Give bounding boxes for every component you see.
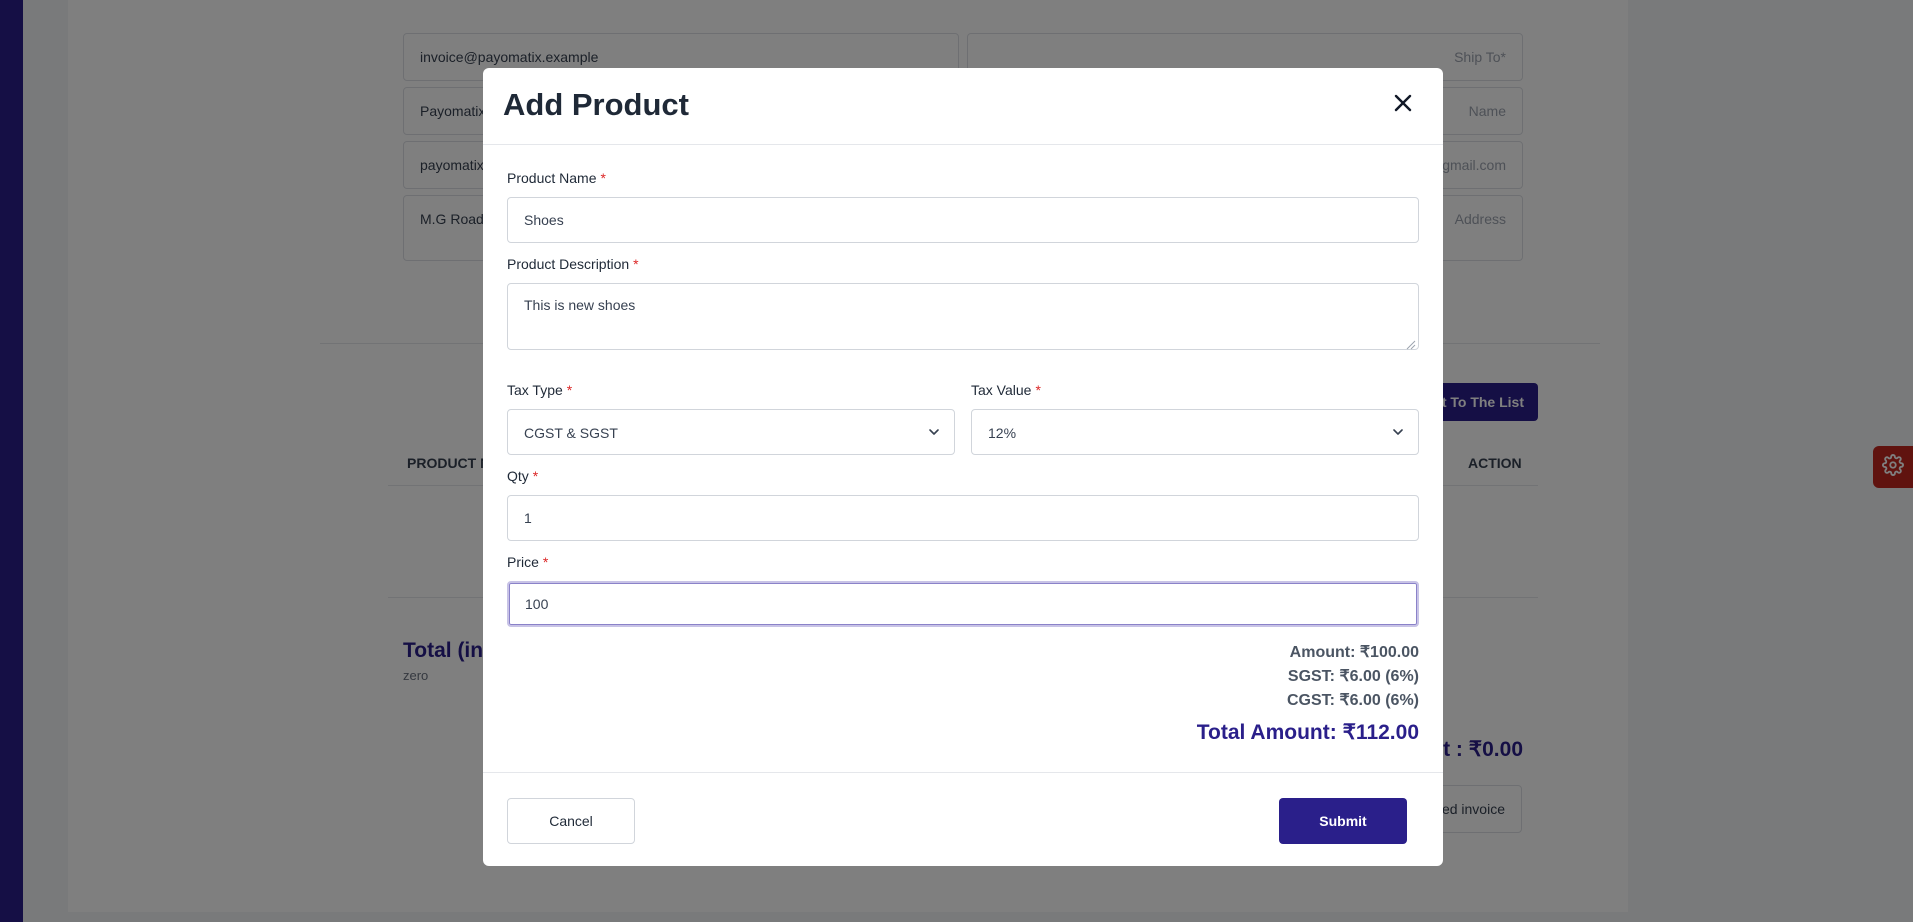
required-asterisk: * — [633, 256, 639, 272]
tax-type-label: Tax Type * — [507, 382, 572, 398]
price-input[interactable] — [507, 581, 1419, 627]
product-description-input[interactable]: This is new shoes — [507, 283, 1419, 350]
tax-value-label: Tax Value * — [971, 382, 1041, 398]
qty-label-text: Qty — [507, 468, 529, 484]
modal-footer: Cancel Submit — [483, 772, 1443, 866]
tax-value-label-text: Tax Value — [971, 382, 1032, 398]
modal-header: Add Product — [483, 68, 1443, 145]
qty-label: Qty * — [507, 468, 538, 484]
close-button[interactable] — [1388, 90, 1418, 120]
cancel-button[interactable]: Cancel — [507, 798, 635, 844]
product-name-label-text: Product Name — [507, 170, 597, 186]
product-name-input[interactable] — [507, 197, 1419, 243]
chevron-down-icon — [926, 424, 942, 440]
close-icon — [1393, 93, 1413, 118]
resize-handle-icon[interactable] — [1406, 337, 1416, 350]
required-asterisk: * — [600, 170, 606, 186]
required-asterisk: * — [532, 468, 539, 484]
price-label-text: Price — [507, 554, 539, 570]
sgst-line: SGST: ₹6.00 (6%) — [1287, 668, 1419, 685]
tax-value-value: 12% — [988, 425, 1017, 441]
tax-type-label-text: Tax Type — [507, 382, 563, 398]
product-description-label-text: Product Description — [507, 256, 630, 272]
product-description-wrapper: This is new shoes — [507, 283, 1419, 350]
product-name-label: Product Name * — [507, 170, 606, 186]
submit-button[interactable]: Submit — [1279, 798, 1407, 844]
add-product-modal: Add Product Product Name* Product Descri… — [483, 68, 1443, 866]
required-asterisk: * — [566, 382, 573, 398]
tax-type-value: CGST & SGST — [524, 425, 618, 441]
product-description-label: Product Description * — [507, 256, 639, 272]
tax-type-select[interactable]: CGST & SGST — [507, 409, 955, 455]
required-asterisk: * — [542, 554, 549, 570]
modal-title: Add Product — [503, 87, 689, 122]
price-label: Price * — [507, 554, 548, 570]
tax-value-select[interactable]: 12% — [971, 409, 1419, 455]
chevron-down-icon — [1390, 424, 1406, 440]
required-asterisk: * — [1035, 382, 1041, 398]
total-amount: Total Amount: ₹112.00 — [1196, 721, 1419, 744]
amount-line: Amount: ₹100.00 — [1289, 644, 1419, 661]
cgst-line: CGST: ₹6.00 (6%) — [1287, 692, 1419, 709]
qty-input[interactable] — [507, 495, 1419, 541]
